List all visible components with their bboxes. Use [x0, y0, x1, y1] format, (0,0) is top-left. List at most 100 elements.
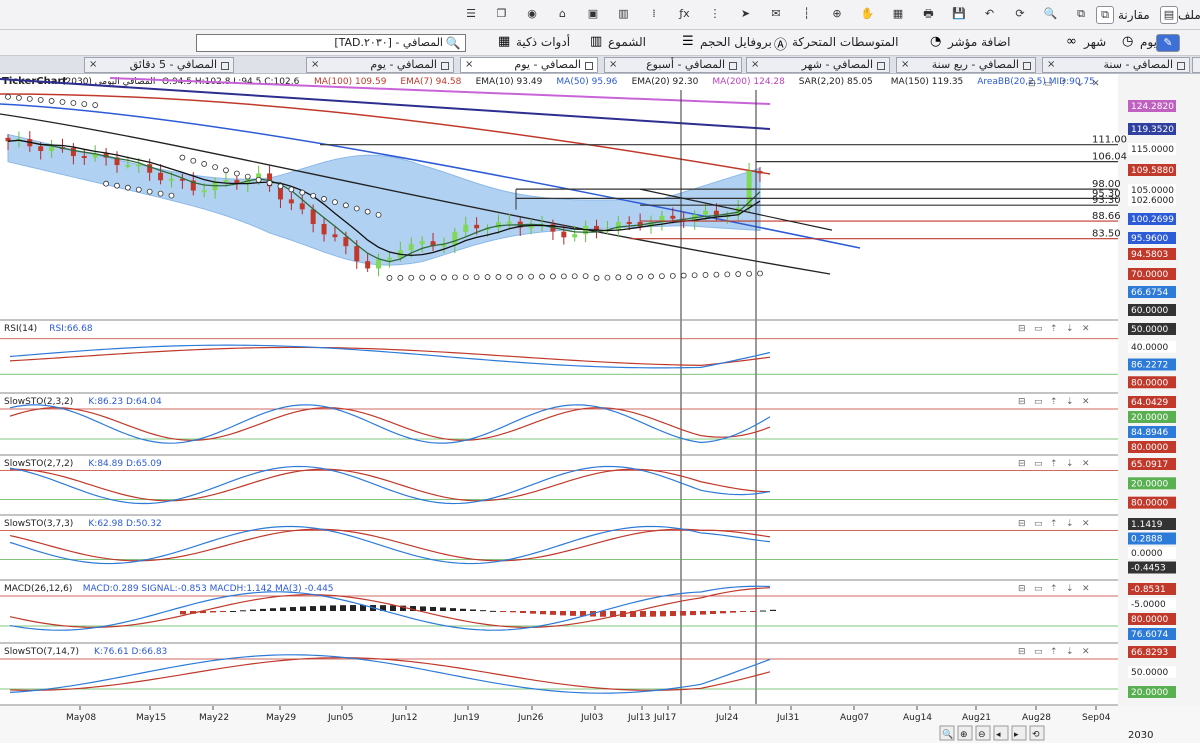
price-axis-label: 95.9600 — [1131, 234, 1168, 244]
chart-canvas[interactable]: TickerChartالمصافي اليومي (2030)O:94.5 H… — [0, 74, 1200, 743]
maximize-icon[interactable] — [1023, 62, 1031, 70]
tab-0[interactable]: × المصافي - سنة — [1042, 57, 1190, 73]
candle-body — [408, 244, 414, 251]
pane-control-icon: ⊟ — [1018, 459, 1026, 469]
sar-dot — [626, 274, 633, 280]
list-icon[interactable]: ☰ — [462, 6, 480, 24]
maximize-icon[interactable] — [441, 62, 449, 70]
close-icon[interactable]: × — [465, 58, 473, 72]
layout-icon[interactable]: ▦ — [889, 6, 907, 24]
zoom-icon[interactable]: 🔍 — [1042, 6, 1060, 24]
macd-histogram-bar — [540, 611, 546, 615]
file-icon[interactable]: ▤ — [1160, 6, 1178, 24]
zoom-control-icon: ▸ — [1014, 730, 1019, 740]
level-label: 93.30 — [1092, 195, 1121, 206]
pane-axis-label: 65.0917 — [1131, 460, 1168, 470]
pane-control-icon: ✕ — [1082, 647, 1090, 657]
crosshair-icon[interactable]: ⊕ — [828, 6, 846, 24]
pointer-icon[interactable]: ➤ — [737, 6, 755, 24]
pane-title: SlowSTO(2,7,2) — [4, 459, 73, 469]
close-icon[interactable]: × — [901, 58, 909, 72]
bar-chart-icon[interactable]: ▥ — [615, 6, 633, 24]
sar-dot — [408, 274, 415, 281]
tab-5[interactable]: × المصافي - يوم — [306, 57, 454, 73]
candle-body — [365, 261, 371, 269]
indicator-legend: MA(200) 124.28 — [712, 77, 785, 87]
close-icon[interactable]: × — [609, 58, 617, 72]
symbol-search-input[interactable]: [TAD.٢٠٣٠] - المصافي — [196, 34, 466, 52]
pane-values: K:84.89 D:65.09 — [88, 459, 162, 469]
zoom-control-icon: ◂ — [996, 730, 1001, 740]
calendar-icon[interactable]: ▣ — [584, 6, 602, 24]
pane-control-icon: ▭ — [1034, 647, 1043, 657]
undo-icon[interactable]: ↶ — [981, 6, 999, 24]
maximize-icon[interactable] — [585, 62, 593, 70]
print-icon[interactable]: 🖶 — [920, 6, 938, 24]
menu-label[interactable]: ملف — [1178, 8, 1200, 22]
toolbar-label: اضافة مؤشر — [948, 35, 1011, 49]
mail-icon[interactable]: ✉ — [767, 6, 785, 24]
macd-histogram-bar — [760, 610, 766, 612]
date-axis-label: Sep04 — [1082, 713, 1111, 723]
close-icon[interactable]: × — [1047, 58, 1055, 72]
sar-dot — [473, 274, 480, 281]
chart-area[interactable]: TickerChartالمصافي اليومي (2030)O:94.5 H… — [0, 74, 1200, 743]
pane-title: SlowSTO(7,14,7) — [4, 647, 79, 657]
save-icon[interactable]: 💾 — [950, 6, 968, 24]
pane-axis-label: 80.0000 — [1131, 499, 1168, 509]
add-tab-button[interactable] — [1192, 57, 1200, 73]
tab-2[interactable]: × المصافي - شهر — [746, 57, 890, 73]
tab-3[interactable]: × المصافي - أسبوع — [604, 57, 742, 73]
dotted-line-icon[interactable]: ┆ — [798, 6, 816, 24]
camera-icon[interactable]: ◉ — [523, 6, 541, 24]
tab-4[interactable]: × المصافي - يوم — [460, 57, 598, 73]
zoom-control-icon: ⊕ — [960, 730, 968, 740]
hand-icon[interactable]: ✋ — [859, 6, 877, 24]
refresh-icon[interactable]: ⟳ — [1011, 6, 1029, 24]
macd-histogram-bar — [250, 609, 256, 611]
sar-dot — [397, 274, 404, 281]
dots-icon[interactable]: ⋮ — [706, 6, 724, 24]
signal-icon[interactable]: ⁞ — [645, 6, 663, 24]
fx-icon[interactable]: ƒx — [676, 6, 694, 24]
close-icon[interactable]: × — [89, 58, 97, 72]
macd-histogram-bar — [490, 610, 496, 612]
macd-histogram-bar — [650, 611, 656, 617]
date-axis-label: May08 — [66, 713, 96, 723]
sar-dot — [266, 180, 273, 186]
close-icon[interactable]: × — [751, 58, 759, 72]
macd-histogram-bar — [180, 611, 186, 615]
sar-dot — [146, 188, 153, 195]
maximize-icon[interactable] — [1177, 62, 1185, 70]
sar-dot — [190, 157, 197, 164]
sar-dot — [484, 274, 491, 280]
date-axis-label: Jul31 — [776, 713, 799, 723]
compare-alt-icon[interactable]: ⧉ — [1072, 6, 1090, 24]
sar-dot — [517, 273, 524, 280]
maximize-icon[interactable] — [877, 62, 885, 70]
copy-icon[interactable]: ❐ — [493, 6, 511, 24]
sar-dot — [735, 271, 742, 277]
tab-1[interactable]: × المصافي - ربع سنة — [896, 57, 1036, 73]
macd-histogram-bar — [510, 611, 516, 613]
draw-pen-icon[interactable]: ✎ — [1156, 34, 1180, 52]
home-icon[interactable]: ⌂ — [554, 6, 572, 24]
search-icon[interactable]: 🔍 — [445, 35, 461, 51]
candle-body — [70, 147, 76, 157]
menu-label[interactable]: مقارنة — [1118, 8, 1150, 22]
candle-body — [125, 164, 131, 167]
close-icon[interactable]: × — [311, 58, 319, 72]
maximize-icon[interactable] — [729, 62, 737, 70]
pane-control-icon: ⇣ — [1066, 459, 1074, 469]
candle-body — [474, 224, 480, 229]
macd-histogram-bar — [560, 611, 566, 616]
date-axis-label: Jul13 — [627, 713, 650, 723]
sar-dot — [212, 164, 218, 171]
pane-axis-label: 50.0000 — [1131, 668, 1168, 678]
date-axis-label: May15 — [136, 713, 166, 723]
zoom-control-icon: ⟲ — [1032, 730, 1040, 740]
compare-icon[interactable]: ⧉ — [1096, 6, 1114, 24]
tab-6[interactable]: × المصافي - 5 دقائق — [84, 57, 234, 73]
maximize-icon[interactable] — [221, 62, 229, 70]
pane-axis-label: 84.8946 — [1131, 428, 1168, 438]
